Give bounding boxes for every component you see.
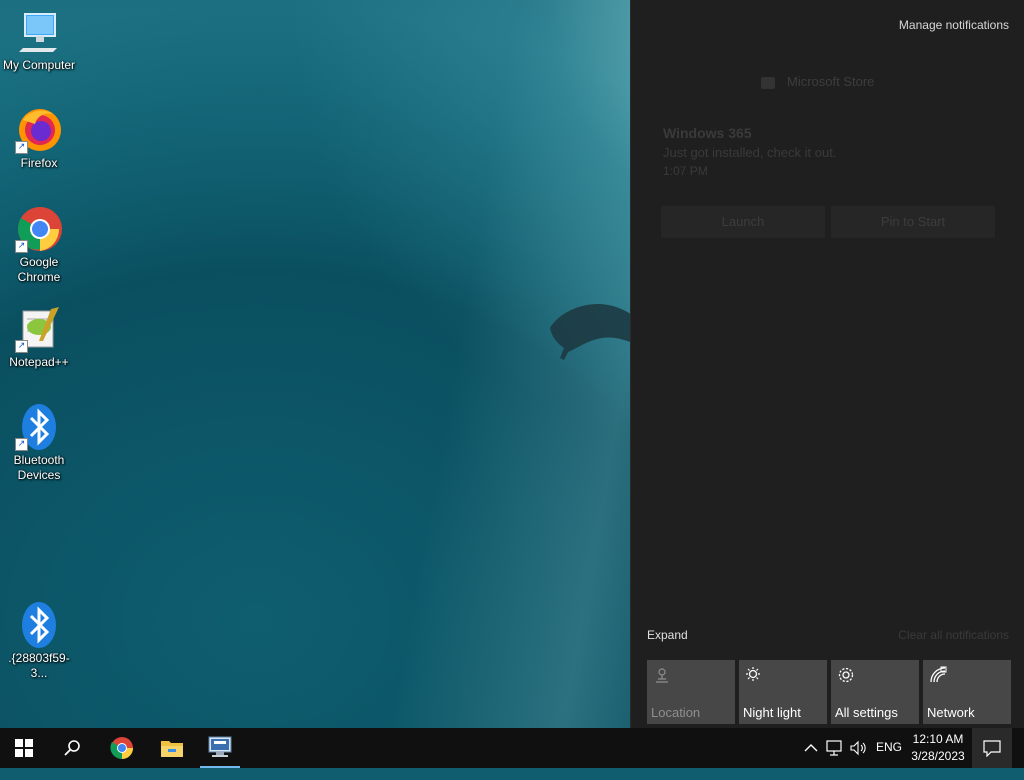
notification-group-label: Microsoft Store [787,74,875,89]
file-explorer-icon [161,741,183,757]
chrome-icon [110,737,133,759]
start-icon [15,739,33,757]
quick-action-label: Night light [743,705,801,720]
tray-volume-button[interactable] [848,728,870,768]
quick-action-night-light[interactable]: Night light [739,660,827,724]
taskbar-clock[interactable]: 12:10 AM 3/28/2023 [906,731,970,771]
notepadpp-icon: ↗ [15,305,63,353]
notification-group-header: Microsoft Store [761,74,961,89]
desktop-icon-my-computer[interactable]: My Computer [0,8,78,73]
show-hidden-icons-button[interactable] [800,728,822,768]
notification-actions: Launch Pin to Start [661,206,997,238]
search-button[interactable] [48,728,96,768]
notification-icon [983,740,1001,757]
desktop-icon-firefox[interactable]: ↗ Firefox [0,106,78,171]
bluetooth-icon: ↗ [15,403,63,451]
desktop-icon-label: .{28803f59-3... [8,651,70,680]
firefox-icon: ↗ [15,106,63,154]
manage-notifications-link[interactable]: Manage notifications [899,18,1009,32]
notification-time: 1:07 PM [663,164,708,178]
notification-body: Just got installed, check it out. [663,145,837,160]
tray-network-button[interactable] [824,728,846,768]
store-icon [761,76,775,89]
desktop-icon-label: My Computer [2,58,76,72]
quick-action-label: Location [651,705,701,720]
desktop-icon-bluetooth-devices[interactable]: ↗ Bluetooth Devices [0,403,78,483]
action-center-panel: Manage notifications Microsoft Store Win… [630,0,1024,728]
desktop-icon-google-chrome[interactable]: ↗ Google Chrome [0,205,78,285]
network-icon [930,666,947,683]
taskbar-file-explorer-button[interactable] [148,728,196,768]
pin-to-start-button[interactable]: Pin to Start [831,206,995,238]
desktop-icon-bluetooth-guid[interactable]: .{28803f59-3... [0,601,78,681]
night-light-icon [746,667,760,681]
quick-action-location[interactable]: Location [647,660,735,724]
desktop-icon-label: Notepad++ [9,355,69,369]
chevron-up-icon [804,744,818,752]
quick-action-network[interactable]: Network [923,660,1011,724]
taskbar: ENG 12:10 AM 3/28/2023 [0,728,1024,768]
show-desktop-button[interactable] [1016,728,1024,768]
gear-icon [838,667,854,683]
wallpaper-swimmer [550,304,638,360]
bluetooth-icon [15,601,63,649]
notification-card[interactable]: Windows 365 Just got installed, check it… [663,125,993,178]
quick-action-label: Network [927,705,975,720]
computer-icon [15,8,63,56]
chrome-icon: ↗ [15,205,63,253]
desktop-icon-label: Google Chrome [17,255,61,284]
input-language-indicator[interactable]: ENG [876,740,902,780]
desktop-icon-label: Firefox [20,156,58,170]
quick-action-label: All settings [835,705,898,720]
expand-button[interactable]: Expand [647,628,688,642]
clock-date: 3/28/2023 [911,749,965,763]
desktop-icon-notepadpp[interactable]: ↗ Notepad++ [0,305,78,370]
clock-time: 12:10 AM [912,732,964,746]
search-icon [64,740,80,756]
shortcut-arrow-icon: ↗ [15,340,28,353]
notification-title: Windows 365 [663,125,752,141]
wired-network-icon [826,740,842,756]
location-icon [656,668,668,683]
taskbar-chrome-button[interactable] [98,728,146,768]
quick-action-all-settings[interactable]: All settings [831,660,919,724]
action-center-button[interactable] [972,728,1012,768]
shortcut-arrow-icon: ↗ [15,438,28,451]
remote-desktop-icon [208,736,232,757]
start-button[interactable] [0,728,48,768]
launch-button[interactable]: Launch [661,206,825,238]
shortcut-arrow-icon: ↗ [15,240,28,253]
clear-all-notifications-button[interactable]: Clear all notifications [898,628,1009,642]
desktop-icon-label: Bluetooth Devices [13,453,65,482]
shortcut-arrow-icon: ↗ [15,141,28,154]
taskbar-remote-desktop-button[interactable] [196,728,244,768]
speaker-icon [850,740,866,756]
